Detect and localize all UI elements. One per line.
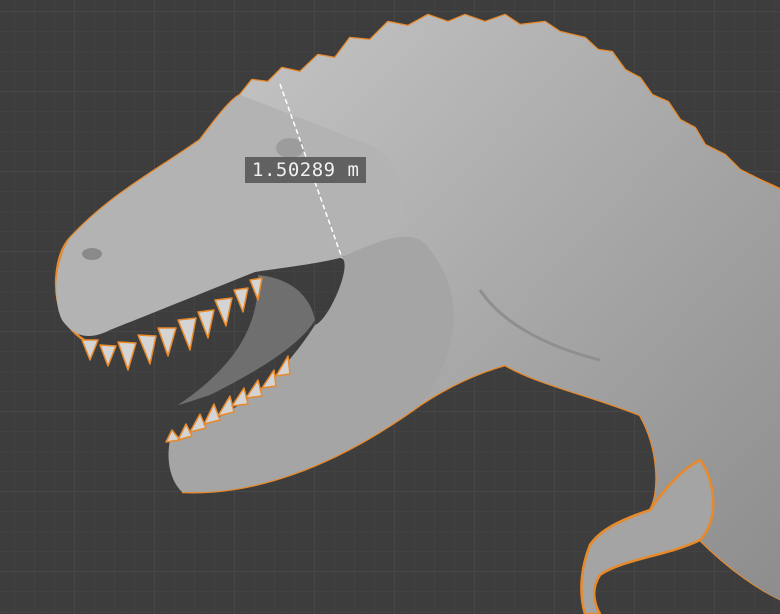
nostril (82, 248, 102, 260)
scene-canvas[interactable] (0, 0, 780, 614)
arm (580, 458, 715, 614)
3d-viewport[interactable]: 1.50289 m (0, 0, 780, 614)
measure-label: 1.50289 m (245, 157, 367, 183)
trex-mesh[interactable] (54, 13, 780, 614)
